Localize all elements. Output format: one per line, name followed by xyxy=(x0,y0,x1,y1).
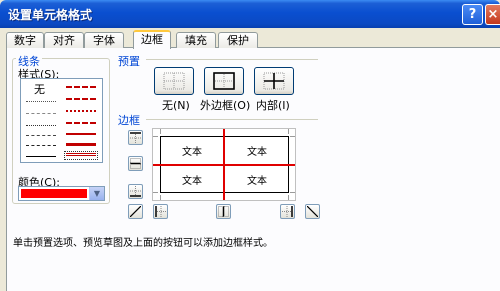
preset-none-button[interactable] xyxy=(154,67,194,95)
border-right-icon xyxy=(282,206,293,217)
border-middle-horizontal-icon xyxy=(130,158,141,169)
style-option-double[interactable] xyxy=(66,153,96,156)
border-bottom-icon xyxy=(130,186,141,197)
border-right-button[interactable] xyxy=(280,204,295,219)
style-option[interactable] xyxy=(66,143,96,146)
preview-cell-text: 文本 xyxy=(247,176,267,187)
border-diagonal-down-button[interactable] xyxy=(305,204,320,219)
tab-number[interactable]: 数字 xyxy=(6,32,44,48)
presets-separator xyxy=(146,59,318,60)
close-button[interactable]: × xyxy=(485,4,500,25)
style-none-option[interactable]: 无 xyxy=(34,81,45,97)
style-option[interactable] xyxy=(26,113,56,114)
color-dropdown[interactable]: ▼ xyxy=(18,186,105,201)
line-style-list[interactable]: 无 xyxy=(20,78,103,163)
border-middle-horizontal-button[interactable] xyxy=(128,156,143,171)
border-left-icon xyxy=(155,206,166,217)
preset-outline-button[interactable] xyxy=(204,67,244,95)
diagonal-up-icon xyxy=(130,206,141,217)
preset-none-icon xyxy=(163,72,185,90)
style-option[interactable] xyxy=(26,156,56,157)
style-option[interactable] xyxy=(66,98,96,100)
border-bottom-button[interactable] xyxy=(128,184,143,199)
tab-alignment[interactable]: 对齐 xyxy=(44,32,84,48)
preset-inside-button[interactable] xyxy=(254,67,294,95)
preview-cell-text: 文本 xyxy=(182,147,202,158)
border-separator xyxy=(146,119,318,120)
style-option[interactable] xyxy=(26,125,56,126)
window-title: 设置单元格格式 xyxy=(8,8,93,22)
preset-inside-icon xyxy=(263,72,285,90)
chevron-down-icon[interactable]: ▼ xyxy=(89,187,104,200)
preset-none-label: 无(N) xyxy=(162,99,190,112)
diagonal-down-icon xyxy=(307,206,318,217)
border-preview[interactable]: 文本 文本 文本 文本 xyxy=(152,128,296,201)
preset-outline-label: 外边框(O) xyxy=(200,99,251,112)
style-option[interactable] xyxy=(26,135,56,136)
presets-label: 预置 xyxy=(118,55,140,68)
style-option[interactable] xyxy=(26,145,56,146)
tab-fill[interactable]: 填充 xyxy=(176,32,216,48)
hint-text: 单击预置选项、预览草图及上面的按钮可以添加边框样式。 xyxy=(13,238,273,249)
style-option[interactable] xyxy=(66,86,96,88)
help-button[interactable]: ? xyxy=(462,4,483,25)
border-top-icon xyxy=(130,132,141,143)
border-diagonal-up-button[interactable] xyxy=(128,204,143,219)
preview-cell-text: 文本 xyxy=(182,176,202,187)
preset-inside-label: 内部(I) xyxy=(256,99,290,112)
border-section-label: 边框 xyxy=(118,114,140,127)
tab-protection[interactable]: 保护 xyxy=(218,32,258,48)
title-bar: 设置单元格格式 ? × xyxy=(0,0,500,28)
border-left-button[interactable] xyxy=(153,204,168,219)
preset-outline-icon xyxy=(213,72,235,90)
preview-cell-text: 文本 xyxy=(247,147,267,158)
tab-font[interactable]: 字体 xyxy=(84,32,124,48)
border-top-button[interactable] xyxy=(128,130,143,145)
border-middle-vertical-button[interactable] xyxy=(216,204,231,219)
style-option[interactable] xyxy=(66,110,96,112)
border-middle-vertical-icon xyxy=(218,206,229,217)
style-option[interactable] xyxy=(66,122,96,124)
color-swatch xyxy=(21,189,87,198)
tab-border[interactable]: 边框 xyxy=(133,30,171,49)
style-option[interactable] xyxy=(26,101,56,102)
style-option[interactable] xyxy=(66,133,96,135)
preview-inside-vertical[interactable] xyxy=(223,129,225,200)
